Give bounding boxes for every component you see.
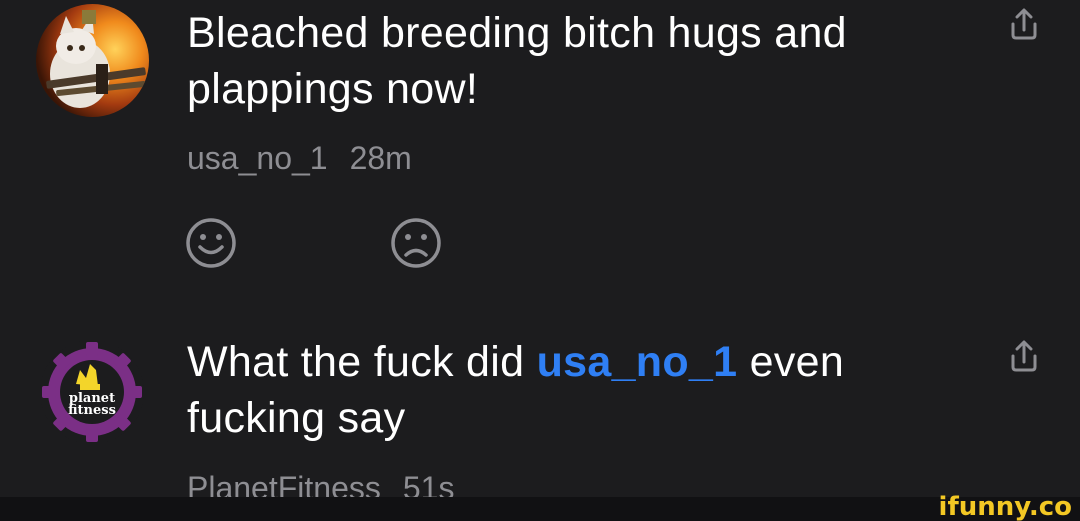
comment-text: Bleached breeding bitch hugs and plappin… [187, 9, 847, 113]
share-icon[interactable] [1005, 6, 1043, 44]
mention-link[interactable]: usa_no_1 [537, 338, 738, 386]
watermark-bar [0, 497, 1080, 521]
comment-text: What the fuck did usa_no_1 even fucking … [187, 334, 947, 446]
share-icon[interactable] [1005, 338, 1043, 376]
logo-text-fitness: fitness [68, 403, 116, 418]
ifunny-watermark: ifunny.co [938, 492, 1072, 521]
frown-icon[interactable] [388, 215, 444, 271]
comments-page: Bleached breeding bitch hugs and plappin… [0, 0, 1080, 521]
comment-text-start: What the fuck did [187, 338, 537, 386]
comment-meta: usa_no_1 28m [187, 138, 412, 178]
comment-username[interactable]: usa_no_1 [187, 140, 328, 176]
planet-fitness-logo: planet fitness [40, 340, 144, 444]
smile-icon[interactable] [183, 215, 239, 271]
user-avatar[interactable]: planet fitness [40, 340, 144, 444]
user-avatar[interactable] [36, 4, 149, 117]
comment-time: 28m [349, 140, 412, 176]
cat-avatar-image [36, 4, 149, 117]
